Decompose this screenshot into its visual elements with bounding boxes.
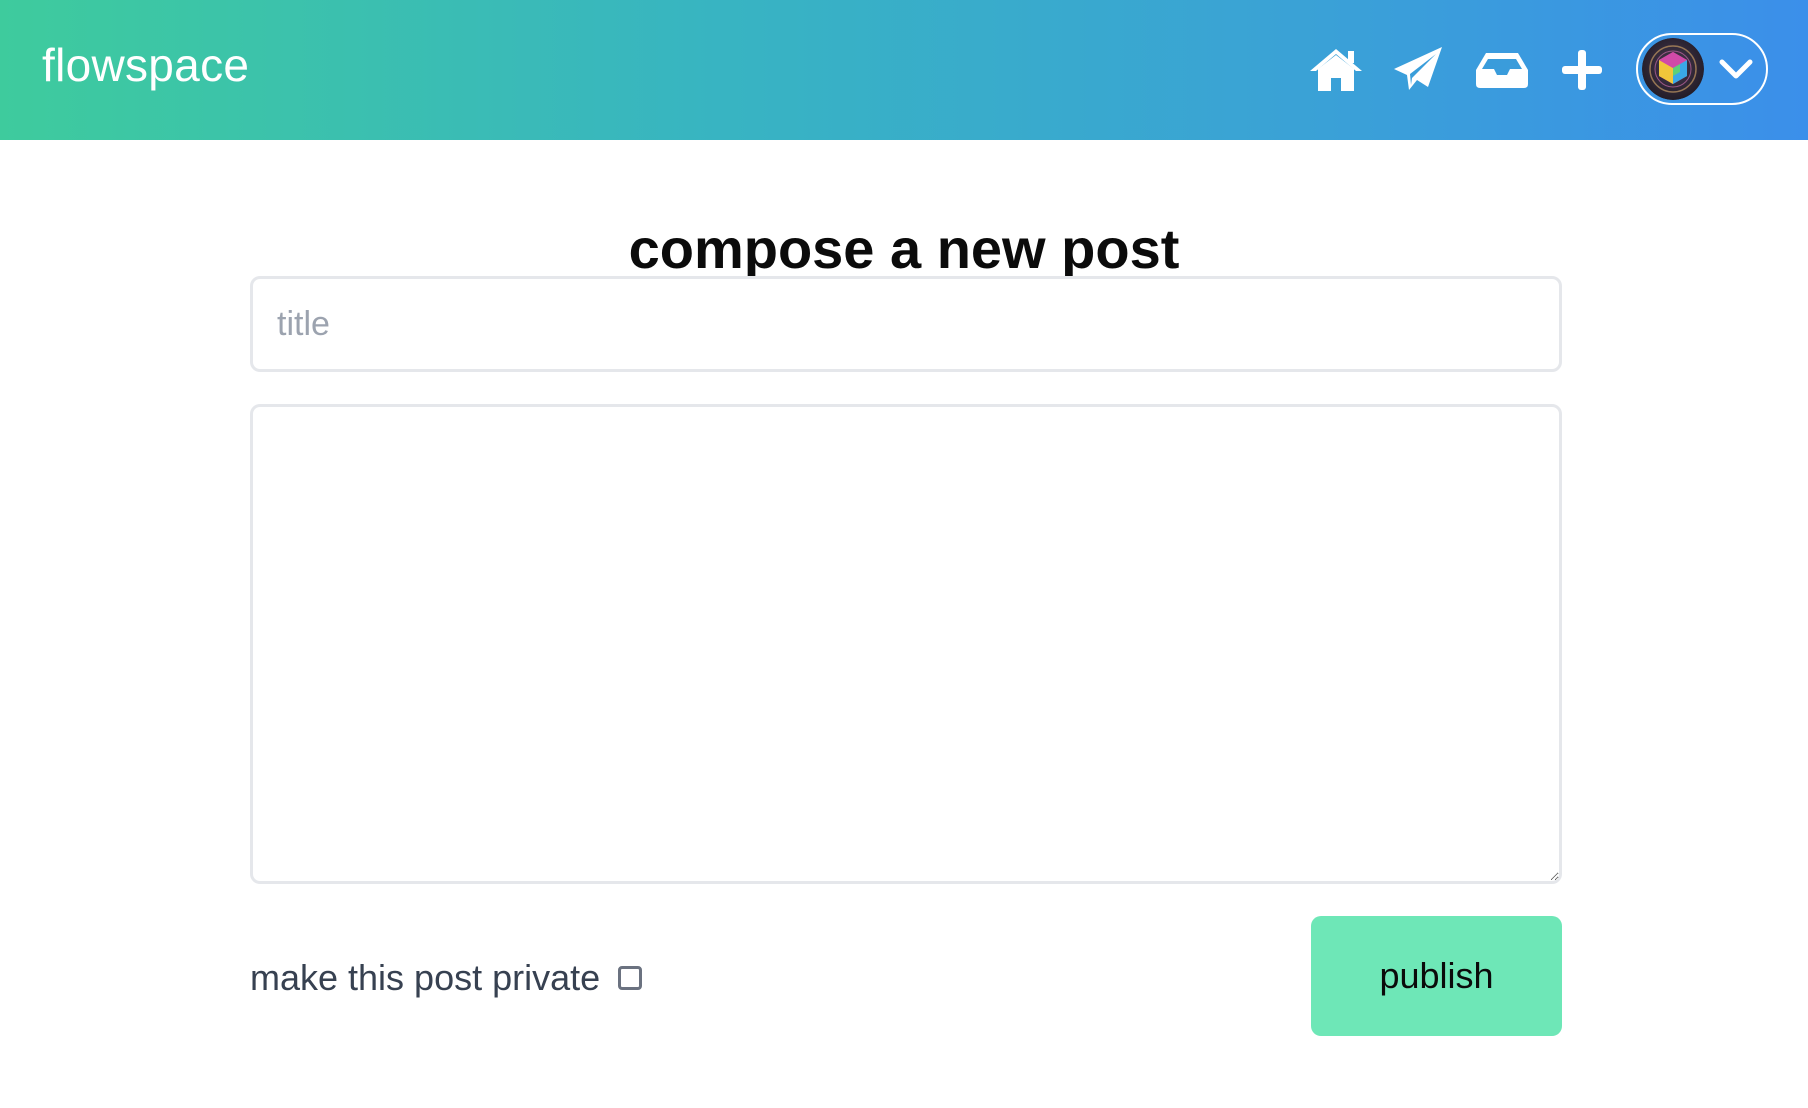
plus-icon[interactable] — [1552, 42, 1612, 98]
post-title-input[interactable] — [250, 276, 1562, 372]
post-body-textarea[interactable] — [250, 404, 1562, 884]
user-menu-button[interactable] — [1636, 33, 1768, 105]
chevron-down-icon — [1719, 59, 1753, 79]
avatar — [1642, 38, 1704, 100]
publish-button[interactable]: publish — [1311, 916, 1562, 1036]
private-toggle-row: make this post private — [250, 950, 643, 1006]
paper-plane-icon[interactable] — [1388, 42, 1448, 98]
private-checkbox[interactable] — [618, 966, 643, 990]
page-title: compose a new post — [628, 216, 1180, 280]
brand-logo-text[interactable]: flowspace — [42, 36, 249, 94]
top-navigation-bar: flowspace — [0, 0, 1808, 140]
inbox-tray-icon[interactable] — [1472, 42, 1532, 98]
private-label: make this post private — [250, 957, 601, 998]
home-icon[interactable] — [1306, 42, 1366, 98]
